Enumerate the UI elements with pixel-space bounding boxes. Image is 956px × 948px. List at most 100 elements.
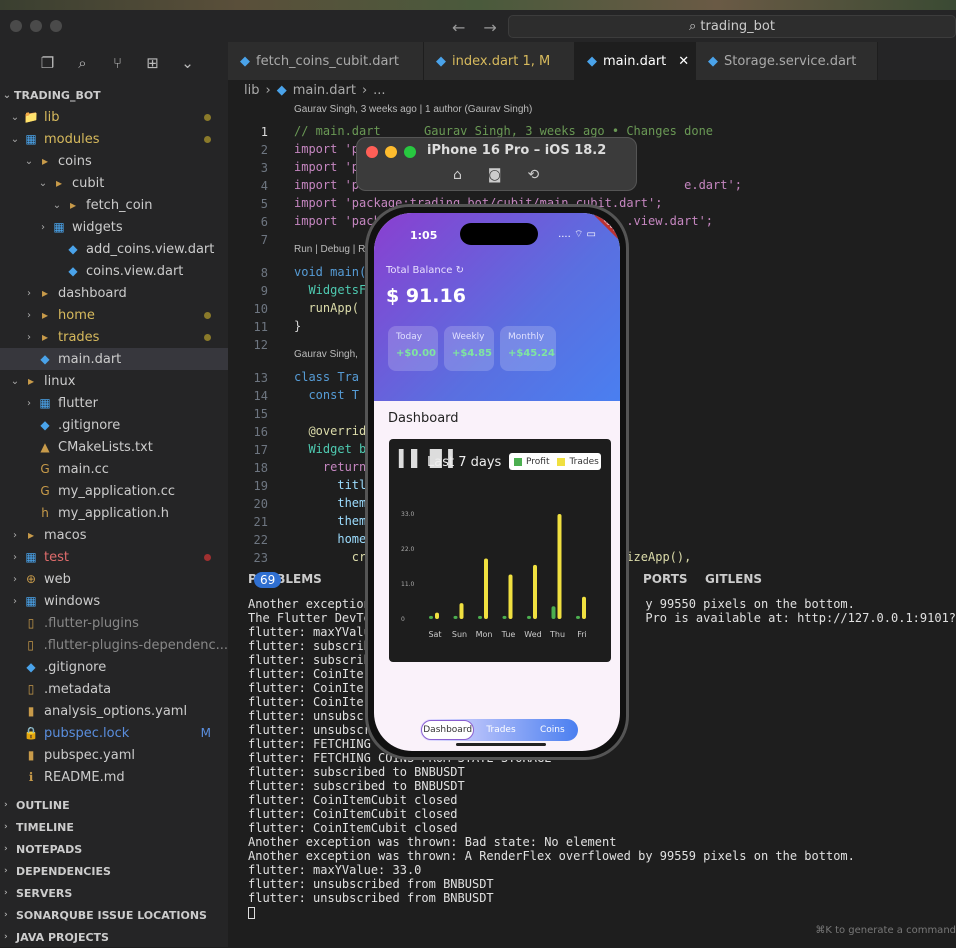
nav-coins[interactable]: Coins [527, 725, 578, 735]
tab-main[interactable]: ◆ main.dart ✕ [575, 42, 696, 80]
nav-arrows[interactable]: ← → [452, 18, 497, 37]
tree-item[interactable]: › ▸ home [0, 304, 228, 326]
code-line[interactable]: them [294, 514, 366, 528]
tree-item[interactable]: › ⊕ web [0, 568, 228, 590]
explorer-icon[interactable]: ❐ [30, 54, 65, 72]
sidebar-section[interactable]: › DEPENDENCIES [0, 860, 228, 882]
code-line[interactable]: WidgetsF [294, 283, 366, 297]
bar-trades-tue[interactable] [508, 574, 513, 619]
breadcrumb-file[interactable]: main.dart [293, 83, 356, 99]
code-line[interactable]: @overrid [294, 424, 366, 438]
code-line[interactable]: import 'p [294, 160, 359, 174]
back-arrow-icon[interactable]: ← [452, 18, 465, 37]
breadcrumb-lib[interactable]: lib [244, 83, 259, 99]
tree-item[interactable]: ◆ coins.view.dart [0, 260, 228, 282]
breadcrumb-more[interactable]: ... [373, 83, 385, 99]
codelens-hint[interactable]: Gaurav Singh, [294, 349, 358, 360]
window-controls[interactable] [10, 20, 62, 32]
tree-item[interactable]: › ▸ trades [0, 326, 228, 348]
tree-item[interactable]: › ▸ dashboard [0, 282, 228, 304]
bar-profit-mon[interactable] [478, 615, 482, 619]
code-line[interactable]: runApp( [294, 301, 359, 315]
explorer-root[interactable]: ⌄ TRADING_BOT [0, 84, 228, 106]
bar-trades-fri[interactable] [582, 596, 586, 619]
code-line[interactable]: them [294, 496, 366, 510]
tree-item[interactable]: › ▦ windows [0, 590, 228, 612]
tab-storage-service[interactable]: ◆ Storage.service.dart [696, 42, 878, 80]
search-icon[interactable]: ⌕ [65, 54, 100, 72]
bar-profit-sat[interactable] [429, 615, 433, 619]
tree-item[interactable]: ⌄ ▸ coins [0, 150, 228, 172]
sidebar-section[interactable]: › JAVA PROJECTS [0, 926, 228, 948]
tree-item[interactable]: ▯ .metadata [0, 678, 228, 700]
rotate-icon[interactable]: ⟲ [527, 167, 539, 183]
bar-profit-thu[interactable] [551, 606, 556, 619]
chevron-down-icon[interactable]: ⌄ [170, 54, 205, 72]
tree-item[interactable]: › ▦ test [0, 546, 228, 568]
tab-fetch-coins-cubit[interactable]: ◆ fetch_coins_cubit.dart [228, 42, 424, 80]
code-line[interactable]: void main( [294, 265, 366, 279]
tree-item[interactable]: ◆ .gitignore [0, 414, 228, 436]
tree-item[interactable]: Gmy_application.cc [0, 480, 228, 502]
bar-profit-wed[interactable] [527, 615, 531, 619]
tree-item[interactable]: ▮ analysis_options.yaml [0, 700, 228, 722]
tab-ports[interactable]: PORTS [643, 572, 688, 586]
tab-gitlens[interactable]: GITLENS [705, 572, 762, 586]
bar-profit-tue[interactable] [502, 615, 507, 619]
sidebar-section[interactable]: › SONARQUBE ISSUE LOCATIONS [0, 904, 228, 926]
code-line[interactable]: const T [294, 388, 359, 402]
tree-item[interactable]: ◆ add_coins.view.dart [0, 238, 228, 260]
refresh-icon[interactable]: ↻ [456, 265, 464, 276]
tree-item[interactable]: ⌄ 📁 lib [0, 106, 228, 128]
tree-item[interactable]: ⌄ ▦ modules [0, 128, 228, 150]
code-line[interactable]: // main.dart Gaurav Singh, 3 weeks ago •… [294, 124, 713, 138]
code-line[interactable]: import 'p [294, 142, 359, 156]
tree-item[interactable]: ◆ .gitignore [0, 656, 228, 678]
code-line[interactable]: home [294, 532, 366, 546]
tree-item[interactable]: Gmain.cc [0, 458, 228, 480]
tree-item[interactable]: ⌄ ▸ linux [0, 370, 228, 392]
tree-item[interactable]: ▯ .flutter-plugins [0, 612, 228, 634]
bar-trades-thu[interactable] [557, 514, 562, 619]
bar-profit-fri[interactable] [576, 615, 580, 619]
source-control-icon[interactable]: ⑂ [100, 54, 135, 72]
code-line[interactable]: } [294, 319, 301, 333]
codelens-hint[interactable]: Gaurav Singh, 3 weeks ago | 1 author (Ga… [294, 104, 532, 115]
tree-item[interactable]: › ▦ flutter [0, 392, 228, 414]
nav-dashboard[interactable]: Dashboard [421, 720, 475, 740]
codelens-hint[interactable]: Run | Debug | R [294, 244, 365, 255]
tab-index[interactable]: ◆ index.dart 1, M [424, 42, 575, 80]
code-line[interactable]: class Tra [294, 370, 359, 384]
tree-item[interactable]: › ▦ widgets [0, 216, 228, 238]
code-line[interactable]: titl [294, 478, 366, 492]
close-icon[interactable]: ✕ [678, 54, 689, 69]
simulator-window-controls[interactable] [366, 146, 416, 158]
bar-trades-sun[interactable] [459, 603, 464, 619]
bar-profit-sun[interactable] [453, 615, 458, 619]
tree-item[interactable]: ◆ main.dart [0, 348, 228, 370]
tree-item[interactable]: 🔒 pubspec.lock M [0, 722, 228, 744]
tree-item[interactable]: ▯ .flutter-plugins-dependenc... [0, 634, 228, 656]
sidebar-section[interactable]: › TIMELINE [0, 816, 228, 838]
tree-item[interactable]: ⌄ ▸ cubit [0, 172, 228, 194]
tree-item[interactable]: › ▸ macos [0, 524, 228, 546]
bar-trades-mon[interactable] [484, 558, 488, 619]
code-line[interactable]: return [294, 460, 366, 474]
bar-trades-sat[interactable] [435, 612, 439, 619]
sidebar-section[interactable]: › OUTLINE [0, 794, 228, 816]
sidebar-section[interactable]: › NOTEPADS [0, 838, 228, 860]
code-line[interactable]: Widget b [294, 442, 366, 456]
camera-icon[interactable]: ◙ [488, 167, 502, 183]
bar-trades-wed[interactable] [533, 564, 537, 619]
terminal-cursor[interactable] [248, 906, 255, 919]
sidebar-section[interactable]: › SERVERS [0, 882, 228, 904]
tree-item[interactable]: ▮ pubspec.yaml [0, 744, 228, 766]
forward-arrow-icon[interactable]: → [483, 18, 496, 37]
terminal-prompt[interactable] [248, 905, 956, 919]
home-icon[interactable]: ⌂ [453, 167, 462, 183]
tree-item[interactable]: h my_application.h [0, 502, 228, 524]
extensions-icon[interactable]: ⊞ [135, 54, 170, 72]
nav-trades[interactable]: Trades [475, 725, 526, 735]
tree-item[interactable]: ▲ CMakeLists.txt [0, 436, 228, 458]
tree-item[interactable]: ℹ README.md [0, 766, 228, 788]
